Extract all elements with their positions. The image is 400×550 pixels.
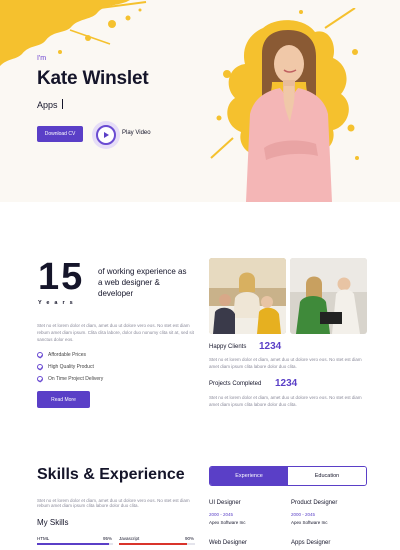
team-photo-2 <box>290 258 367 334</box>
play-video-button[interactable] <box>92 121 120 149</box>
feature-item: Affordable Prices <box>37 352 86 358</box>
check-circle-icon <box>37 352 43 358</box>
greeting-text: I'm <box>37 55 47 62</box>
experience-text: of working experience as a web designer … <box>98 267 187 299</box>
job-title: Product Designer <box>291 500 338 506</box>
play-video-label[interactable]: Play Video <box>122 130 151 136</box>
experience-education-tabs: Experience Education <box>209 466 367 486</box>
stat-value: 1234 <box>259 341 282 352</box>
job-years: 2000 - 2045 <box>291 512 316 517</box>
tab-education[interactable]: Education <box>288 467 366 485</box>
skills-paragraph: Stet no et lorem dolor et diam, amet duo… <box>37 498 190 508</box>
team-photo-1 <box>209 258 286 334</box>
profile-photo <box>246 30 332 202</box>
feature-label: On Time Project Delivery <box>48 376 104 382</box>
typed-role: Apps <box>37 99 63 110</box>
feature-label: High Quality Product <box>48 364 94 370</box>
stat-description: Stet no et lorem dolor et diam, amet duo… <box>209 395 362 407</box>
read-more-button[interactable]: Read More <box>37 391 90 408</box>
stat-value: 1234 <box>275 378 298 389</box>
job-title: Web Designer <box>209 540 247 546</box>
skill-progress-bar <box>37 543 113 545</box>
feature-label: Affordable Prices <box>48 352 86 358</box>
stat-label: Happy Clients <box>209 344 247 350</box>
my-skills-heading: My Skills <box>37 518 69 527</box>
skill-percent: 95% <box>103 536 113 541</box>
tab-experience[interactable]: Experience <box>210 467 288 485</box>
hero-section: I'm Kate Winslet Apps Download CV Play V… <box>0 0 400 202</box>
check-circle-icon <box>37 364 43 370</box>
stat-description: Stet no et lorem dolor et diam, amet duo… <box>209 357 362 369</box>
stat-label: Projects Completed <box>209 381 262 387</box>
feature-item: On Time Project Delivery <box>37 376 103 382</box>
typing-cursor <box>61 99 63 109</box>
check-circle-icon <box>37 376 43 382</box>
skill-name: HTML <box>37 536 50 541</box>
years-label: Years <box>38 300 78 306</box>
job-company: Apex Software Inc <box>291 520 328 525</box>
skill-progress-bar <box>119 543 195 545</box>
job-title: Apps Designer <box>291 540 331 546</box>
role-text: Apps <box>37 100 58 110</box>
about-paragraph: Stet no et lorem dolor et diam, amet duo… <box>37 323 194 342</box>
skill-percent: 90% <box>185 536 195 541</box>
skill-name: Javascript <box>119 536 140 541</box>
feature-item: High Quality Product <box>37 364 94 370</box>
years-number: 15 <box>38 256 85 298</box>
skill-progress-fill <box>37 543 110 545</box>
hero-name: Kate Winslet <box>37 68 149 89</box>
skills-heading: Skills & Experience <box>37 466 185 483</box>
skill-progress-fill <box>119 543 188 545</box>
job-company: Apex Software Inc <box>209 520 246 525</box>
job-title: UI Designer <box>209 500 241 506</box>
job-years: 2000 - 2045 <box>209 512 234 517</box>
play-icon <box>96 125 116 145</box>
download-cv-button[interactable]: Download CV <box>37 126 83 142</box>
